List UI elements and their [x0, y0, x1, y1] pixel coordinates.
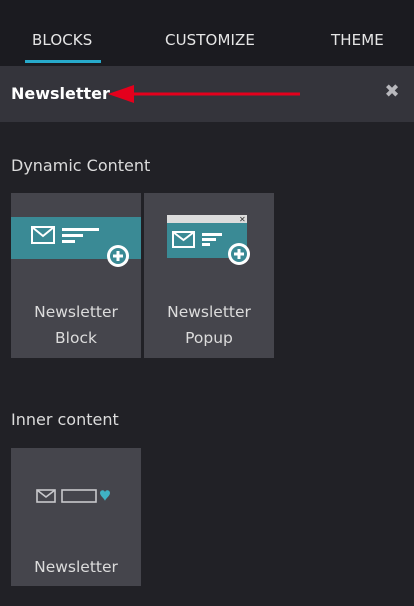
block-card-label: Newsletter: [34, 558, 118, 576]
tab-blocks[interactable]: BLOCKS: [32, 31, 92, 49]
newsletter-popup-icon: ✕: [167, 215, 250, 265]
svg-text:✕: ✕: [239, 215, 246, 224]
search-input[interactable]: Newsletter: [11, 84, 110, 103]
block-card-label: Newsletter Block: [34, 303, 118, 347]
close-icon[interactable]: ✖: [383, 82, 401, 102]
section-title-dynamic-content: Dynamic Content: [11, 156, 151, 175]
block-card-newsletter-block[interactable]: Newsletter Block: [11, 193, 141, 358]
newsletter-block-icon: [11, 217, 141, 267]
block-card-label: Newsletter Popup: [167, 303, 251, 347]
block-card-newsletter-popup[interactable]: ✕ Newsletter Popup: [144, 193, 274, 358]
tab-bar: BLOCKS CUSTOMIZE THEME: [0, 0, 414, 66]
tab-theme[interactable]: THEME: [331, 31, 384, 49]
block-card-newsletter[interactable]: Newsletter: [11, 448, 141, 586]
active-tab-indicator: [25, 60, 101, 63]
newsletter-inner-icon: [36, 489, 110, 503]
arrow-left-icon: [108, 85, 300, 103]
section-title-inner-content: Inner content: [11, 410, 119, 429]
tab-customize[interactable]: CUSTOMIZE: [165, 31, 255, 49]
